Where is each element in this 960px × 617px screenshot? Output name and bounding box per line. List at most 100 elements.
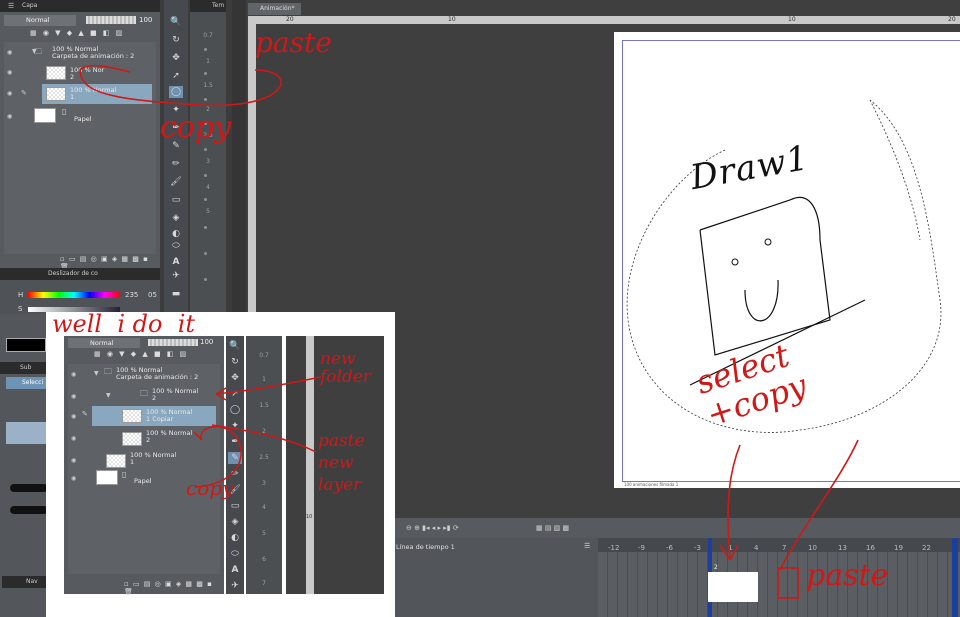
timeline-name: Línea de tiempo 1	[396, 543, 455, 551]
frame-number: 19	[894, 544, 903, 552]
visibility-eye-icon[interactable]: ◉	[71, 394, 79, 400]
inset-ruler: 0.7 1 1.5 2 2.5 3 4 5 6 7	[246, 336, 282, 594]
color-swatch-black[interactable]	[6, 338, 46, 352]
timeline-menu-icon[interactable]: ☰	[584, 542, 590, 550]
visibility-eye-icon[interactable]: ◉	[7, 50, 15, 56]
gradient-tool-icon[interactable]: ◐	[169, 228, 183, 240]
inset-layer-icon-tools[interactable]: ▦ ◉ ▼ ◆ ▲ ■ ◧ ▨	[94, 350, 188, 358]
ruler-label: 0.7	[203, 32, 213, 39]
frame-number: 16	[866, 544, 875, 552]
frame-number: 4	[754, 544, 759, 552]
nav-tab[interactable]: Nav	[2, 576, 48, 588]
inset-layer-action-icons[interactable]: ▫ ▭ ▤ ◎ ▣ ◈ ▦ ▩ ▪ 🗑	[124, 580, 213, 596]
ruler-tool-icon[interactable]: ▬	[169, 288, 183, 300]
onion-skin-controls[interactable]: ▦ ▤ ▧ ▩	[536, 524, 569, 532]
zoom-tool-icon[interactable]: 🔍	[169, 16, 183, 28]
balloon-tool-icon[interactable]: ✈	[228, 580, 242, 592]
layer-label: 100 % Normal 1	[130, 451, 177, 466]
ruler-label: 6	[262, 556, 266, 563]
h-label: H	[18, 291, 24, 299]
rotate-tool-icon[interactable]: ↻	[169, 34, 183, 46]
ruler-dot	[204, 252, 208, 255]
playhead-end-marker[interactable]	[952, 538, 958, 617]
text-tool-icon[interactable]: A	[228, 564, 242, 576]
text-tool-icon[interactable]: A	[169, 256, 183, 268]
frame-number: 10	[808, 544, 817, 552]
hue-slider[interactable]	[28, 292, 120, 298]
balloon-tool-icon[interactable]: ✈	[169, 270, 183, 282]
paper-thumbnail	[34, 108, 56, 123]
frame-number: -3	[694, 544, 701, 552]
eraser-tool-icon[interactable]: ▭	[228, 500, 242, 512]
timeline-controls[interactable]: ⊖ ⊕ ▮◂ ◂ ▸ ▸▮ ⟳	[406, 524, 459, 532]
layer-icon-tools[interactable]: ▦ ◉ ▼ ◆ ▲ ■ ◧ ▨	[30, 29, 124, 37]
ruler-label: 0.7	[259, 352, 269, 359]
visibility-eye-icon[interactable]: ◉	[71, 436, 79, 442]
paper-thumbnail	[96, 470, 118, 485]
layer-list: 🗀 100 % Normal Carpeta de animación : 2 …	[4, 42, 156, 254]
timeline-toolbar: ⊖ ⊕ ▮◂ ◂ ▸ ▸▮ ⟳ ▦ ▤ ▧ ▩	[382, 518, 960, 538]
eraser-tool-icon[interactable]: ▭	[169, 194, 183, 206]
ruler-label: 5	[206, 208, 210, 215]
move-tool-icon[interactable]: ✥	[169, 52, 183, 64]
visibility-eye-icon[interactable]: ◉	[7, 91, 15, 97]
visibility-eye-icon[interactable]: ◉	[71, 476, 79, 482]
sub-panel: Sub Selecci Nav	[0, 314, 48, 617]
gradient-tool-icon[interactable]: ◐	[228, 532, 242, 544]
pen-tool-icon[interactable]: ✎	[228, 452, 242, 464]
folder-expand-icon[interactable]: ▼	[94, 370, 99, 377]
opacity-slider[interactable]	[86, 16, 136, 24]
ruler-dot	[204, 198, 208, 201]
layer-row-2[interactable]: 100 % Nor 2	[42, 64, 152, 83]
layer-thumbnail	[106, 454, 126, 468]
layer-row-1[interactable]: 100 % Normal 1	[42, 84, 152, 104]
fill-tool-icon[interactable]: ◈	[228, 516, 242, 528]
operation-tool-icon[interactable]: ➚	[169, 70, 183, 82]
inset-layer-list: ◉ ▼ 🗀 100 % Normal Carpeta de animación …	[68, 364, 220, 574]
zoom-tool-icon[interactable]: 🔍	[228, 340, 242, 352]
folder-expand-icon[interactable]: ▼	[32, 48, 37, 55]
hruler-label: 10	[448, 16, 456, 23]
inset-layer-row-1-copy[interactable]: 100 % Normal 1 Copiar	[92, 406, 216, 426]
brush-tool-icon[interactable]: 🖌	[169, 176, 183, 188]
lasso-tool-icon[interactable]: ◯	[228, 404, 242, 416]
eyedropper-icon[interactable]: ✒	[228, 436, 242, 448]
folder-expand-icon[interactable]: ▼	[106, 392, 111, 399]
sub-selected-label: Selecci	[22, 379, 44, 386]
move-tool-icon[interactable]: ✥	[228, 372, 242, 384]
layer-row-paper[interactable]: ▯ Papel	[30, 106, 152, 126]
blend-mode-select[interactable]: Normal	[4, 15, 76, 26]
visibility-eye-icon[interactable]: ◉	[71, 372, 79, 378]
shape-tool-icon[interactable]: ⬭	[169, 240, 183, 252]
magic-wand-icon[interactable]: ✦	[228, 420, 242, 432]
app-window: Capa ☰ Normal 100 ▦ ◉ ▼ ◆ ▲ ■ ◧ ▨ 🗀 100 …	[0, 0, 960, 617]
cel-white-frame[interactable]	[708, 572, 758, 602]
layer-row-folder[interactable]: 🗀 100 % Normal Carpeta de animación : 2	[30, 43, 152, 63]
ruler-label: 1	[206, 58, 210, 65]
hruler-label: 10	[788, 16, 796, 23]
lasso-tool-icon[interactable]: ◯	[169, 86, 183, 98]
layer-label: 100 % Normal 2	[152, 387, 199, 402]
hruler-label: 20	[286, 16, 294, 23]
shape-tool-icon[interactable]: ⬭	[228, 548, 242, 560]
fill-tool-icon[interactable]: ◈	[169, 212, 183, 224]
sub-selected-item[interactable]: Selecci	[6, 377, 48, 389]
operation-tool-icon[interactable]: ➚	[228, 388, 242, 400]
ruler-dot	[204, 226, 208, 229]
ruler-label: 2	[262, 428, 266, 435]
inset-opacity-slider[interactable]	[148, 339, 198, 346]
visibility-eye-icon[interactable]: ◉	[7, 114, 15, 120]
folder-icon: 🗀	[140, 389, 148, 398]
inset-blend-mode-select[interactable]: Normal	[68, 338, 140, 348]
visibility-eye-icon[interactable]: ◉	[71, 458, 79, 464]
cel-frame-label: 2	[714, 564, 718, 571]
layer-icons-row: ▦ ◉ ▼ ◆ ▲ ■ ◧ ▨	[30, 29, 156, 39]
frame-number: 13	[838, 544, 847, 552]
ruler-label: 1.5	[203, 82, 213, 89]
brush-preview[interactable]	[6, 422, 48, 444]
rotate-tool-icon[interactable]: ↻	[228, 356, 242, 368]
visibility-eye-icon[interactable]: ◉	[7, 70, 15, 76]
canvas-tab[interactable]: Animación*	[248, 3, 301, 15]
visibility-eye-icon[interactable]: ◉	[71, 414, 79, 420]
pencil-tool-icon[interactable]: ✏	[169, 158, 183, 170]
